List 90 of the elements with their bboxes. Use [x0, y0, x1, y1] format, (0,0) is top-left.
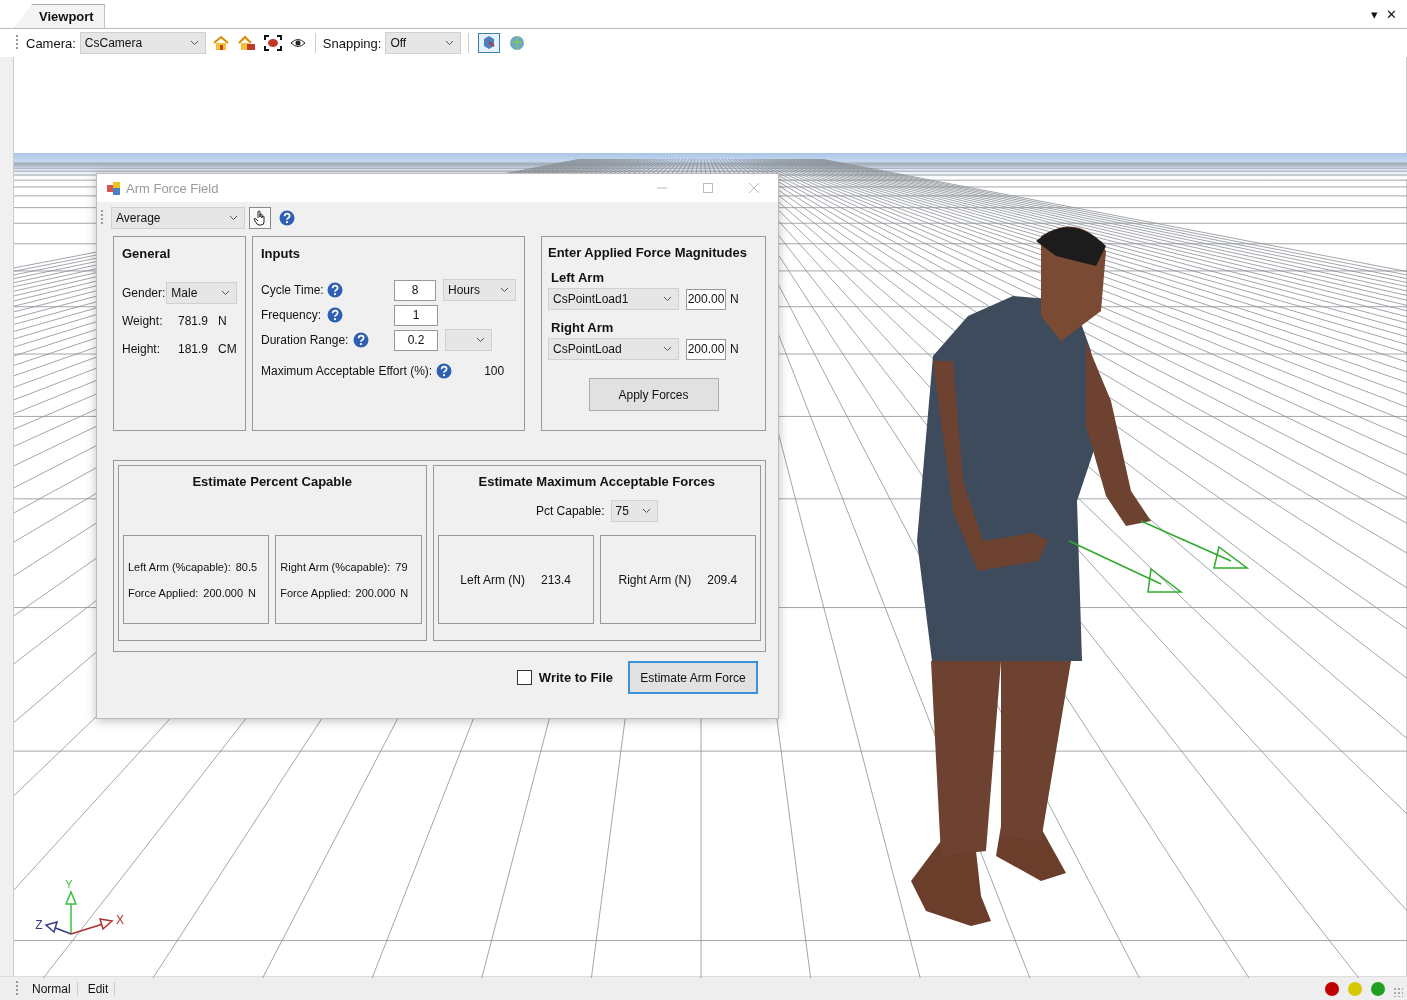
result-value: 80.5 [235, 560, 258, 573]
pane-control[interactable]: ✕ [1386, 7, 1397, 22]
home-camera-icon[interactable] [237, 35, 256, 51]
y-axis-arrow [64, 890, 78, 935]
field-label: Height: [122, 342, 162, 356]
result-label: Left Arm (N) [460, 572, 525, 587]
field-value: 181.9 [176, 342, 208, 356]
help-icon[interactable] [353, 332, 369, 348]
view-cube-icon[interactable] [478, 33, 501, 53]
home-icon[interactable] [211, 35, 230, 51]
chevron-down-icon [663, 296, 672, 302]
field-label: Cycle Time: [261, 283, 323, 297]
field-label: Maximum Acceptable Effort (%): [261, 364, 433, 378]
dialog-title: Arm Force Field [126, 180, 219, 196]
result-label: Right Arm (%capable): [280, 560, 391, 573]
input-field[interactable]: 8 [394, 279, 436, 301]
chevron-down-icon [445, 40, 455, 46]
arm-label: Right Arm [551, 320, 615, 335]
result-value: 200.000 [355, 586, 396, 599]
unit-label: N [400, 586, 409, 599]
hand-button[interactable] [249, 207, 271, 229]
force-input[interactable]: 200.00 [686, 338, 726, 360]
result-label: Left Arm (%capable): [128, 560, 231, 573]
result-value: 209.4 [707, 572, 738, 587]
input-field[interactable]: 0.2 [394, 329, 438, 351]
apply-forces-button[interactable]: Apply Forces [588, 378, 719, 411]
hand-icon [253, 210, 267, 226]
z-axis-arrow [44, 920, 72, 935]
field-label: Pct Capable: [535, 504, 605, 518]
estimate-arm-force-button[interactable]: Estimate Arm Force [628, 661, 758, 694]
eye-icon[interactable] [289, 37, 306, 49]
mode-label[interactable]: Normal [26, 981, 78, 996]
result-label: Force Applied: [128, 586, 199, 599]
pct-capable-dropdown[interactable]: 75 [610, 500, 658, 522]
chevron-down-icon [221, 290, 230, 296]
help-icon[interactable] [436, 363, 453, 379]
force-input[interactable]: 200.00 [686, 288, 726, 310]
chevron-down-icon [229, 215, 238, 221]
help-icon[interactable] [279, 210, 295, 226]
group-title: Enter Applied Force Magnitudes [548, 245, 748, 260]
gender-dropdown[interactable]: Male [166, 282, 237, 304]
chevron-down-icon [189, 40, 199, 46]
group-title: General [122, 246, 172, 261]
input-field[interactable]: 1 [394, 304, 438, 326]
write-to-file-checkbox[interactable] [516, 670, 532, 685]
field-label: Gender: [122, 286, 166, 300]
snapping-label: Snapping: [322, 35, 382, 51]
camera-dropdown[interactable]: CsCamera [79, 32, 206, 54]
unit-label: N [730, 292, 739, 306]
help-icon[interactable] [327, 282, 343, 298]
axis-label: Y [65, 878, 73, 890]
result-value: 79 [395, 560, 408, 573]
result-value: 200.000 [203, 586, 244, 599]
pane-control[interactable]: ▾ [1371, 7, 1378, 22]
result-value: 213.4 [540, 572, 571, 587]
x-axis-arrow [70, 918, 114, 935]
axis-label: X [116, 913, 124, 927]
effort-value: 100 [484, 364, 505, 378]
arm-label: Left Arm [551, 270, 605, 285]
group-title: Estimate Percent Capable [192, 474, 353, 489]
mode-label[interactable]: Edit [81, 981, 116, 996]
unit-label: CM [218, 342, 237, 356]
globe-icon[interactable] [508, 34, 527, 52]
load-dropdown[interactable]: CsPointLoad [548, 338, 679, 360]
unit-label: N [730, 342, 739, 356]
chevron-down-icon [641, 508, 651, 514]
result-label: Force Applied: [280, 586, 351, 599]
field-label: Duration Range: [261, 333, 349, 347]
result-label: Right Arm (N) [618, 572, 692, 587]
field-label: Frequency: [261, 308, 323, 322]
checkbox-label: Write to File [538, 670, 613, 685]
axis-label: Z [35, 918, 43, 932]
field-label: Weight: [122, 314, 164, 328]
camera-label: Camera: [26, 35, 76, 51]
help-icon[interactable] [327, 307, 343, 323]
group-title: Inputs [261, 246, 301, 261]
unit-label: N [248, 586, 257, 599]
field-value: 781.9 [176, 314, 208, 328]
frame-object-icon[interactable] [263, 35, 282, 51]
unit-label: N [218, 314, 227, 328]
load-dropdown[interactable]: CsPointLoad1 [548, 288, 679, 310]
snapping-dropdown[interactable]: Off [385, 32, 462, 54]
chevron-down-icon [500, 287, 509, 293]
unit-dropdown[interactable]: Hours [443, 279, 516, 301]
chevron-down-icon [476, 337, 485, 343]
viewport-tab[interactable]: Viewport [14, 4, 105, 28]
group-title: Estimate Maximum Acceptable Forces [478, 474, 715, 489]
preset-dropdown[interactable]: Average [111, 207, 245, 229]
app-icon [107, 181, 121, 195]
chevron-down-icon [663, 346, 672, 352]
